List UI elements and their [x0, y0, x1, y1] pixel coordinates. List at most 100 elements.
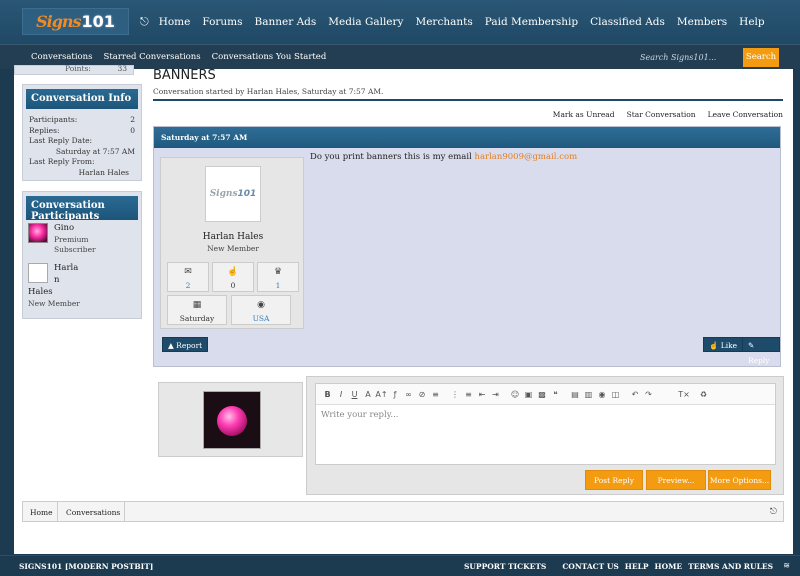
more-options-button[interactable]: More Options...: [708, 470, 771, 490]
reply-textarea[interactable]: [316, 405, 775, 463]
post-reply-button[interactable]: Post Reply: [585, 470, 643, 490]
star-conversation-link[interactable]: Star Conversation: [627, 110, 696, 119]
camera-icon[interactable]: ◉: [596, 390, 609, 399]
last-reply-date-value-row: Saturday at 7:57 AM: [23, 147, 141, 158]
bullet-list-icon[interactable]: ⋮: [449, 390, 462, 399]
rss-icon[interactable]: ≋: [783, 561, 790, 570]
sitemap-icon[interactable]: ⎋: [140, 15, 149, 29]
stat-location-value[interactable]: USA: [232, 314, 290, 323]
like-button[interactable]: ☝ Like: [703, 337, 744, 352]
code-icon[interactable]: ▤: [569, 390, 582, 399]
footer-contact-us[interactable]: CONTACT US: [562, 562, 618, 571]
numbered-list-icon[interactable]: ≡: [462, 390, 475, 399]
italic-icon[interactable]: I: [335, 390, 348, 399]
author-avatar[interactable]: Signs101: [205, 166, 261, 222]
participant-name-gino[interactable]: Gino: [54, 223, 74, 233]
footer-help[interactable]: HELP: [625, 562, 649, 571]
participants-row: Participants: 2: [23, 115, 141, 126]
nav-banner-ads[interactable]: Banner Ads: [255, 16, 317, 28]
nav-media-gallery[interactable]: Media Gallery: [328, 16, 403, 28]
participant-name-harlan-a[interactable]: Harla: [54, 263, 78, 273]
stat-trophies-value[interactable]: 1: [258, 281, 298, 290]
reply-editor-panel: B I U A A↑ ƒ ∞ ⊘ ≡ ⋮ ≡ ⇤ ⇥ ☺ ▣ ▩ ❝ ▤ ▥ ◉: [306, 376, 784, 495]
like-label: Like: [720, 341, 738, 350]
image-icon[interactable]: ▣: [522, 390, 535, 399]
report-button[interactable]: ▲ Report: [162, 337, 209, 352]
search-button[interactable]: Search: [743, 48, 779, 67]
author-panel: Signs101 Harlan Hales New Member ✉ 2 ☝ 0…: [160, 157, 304, 329]
underline-icon[interactable]: U: [348, 390, 361, 399]
last-reply-from-label-row: Last Reply From:: [23, 157, 141, 168]
message-body-area: Signs101 Harlan Hales New Member ✉ 2 ☝ 0…: [154, 148, 780, 366]
footer-style-name[interactable]: SIGNS101 [MODERN POSTBIT]: [19, 562, 153, 571]
logo-text: Signs: [36, 12, 81, 31]
outdent-icon[interactable]: ⇤: [476, 390, 489, 399]
stat-messages-value[interactable]: 2: [168, 281, 208, 290]
replies-row: Replies: 0: [23, 126, 141, 137]
current-user-avatar[interactable]: [203, 391, 261, 449]
sitemap-icon[interactable]: ⎋: [770, 507, 777, 517]
smilie-icon[interactable]: ☺: [509, 390, 522, 399]
redo-icon[interactable]: ↷: [642, 390, 655, 399]
search-input[interactable]: [636, 49, 740, 65]
last-reply-from-value[interactable]: Harlan Hales: [79, 168, 129, 179]
main-nav: ⎋ Home Forums Banner Ads Media Gallery M…: [140, 15, 777, 29]
participant-avatar-harlan[interactable]: [28, 263, 48, 283]
message-text-body: Do you print banners this is my email: [310, 152, 472, 162]
link-icon[interactable]: ∞: [402, 390, 415, 399]
font-size-icon[interactable]: A↑: [375, 390, 388, 399]
bold-icon[interactable]: B: [321, 390, 334, 399]
message-text: Do you print banners this is my email ha…: [310, 152, 577, 162]
nav-home[interactable]: Home: [159, 16, 191, 28]
participant-name-harlan-b[interactable]: n: [54, 275, 59, 285]
reply-button[interactable]: ✎ Reply: [742, 337, 780, 365]
footer-support-tickets[interactable]: SUPPORT TICKETS: [464, 562, 546, 571]
breadcrumb-conversations[interactable]: Conversations: [66, 508, 120, 517]
conversation-participants-box: Conversation Participants Gino Premium S…: [22, 191, 142, 319]
logo-number: 101: [81, 12, 115, 31]
indent-icon[interactable]: ⇥: [489, 390, 502, 399]
rich-text-editor: B I U A A↑ ƒ ∞ ⊘ ≡ ⋮ ≡ ⇤ ⇥ ☺ ▣ ▩ ❝ ▤ ▥ ◉: [315, 383, 776, 465]
save-draft-icon[interactable]: ◫: [609, 390, 622, 399]
comments-icon: ✉: [184, 267, 192, 277]
message-email-link[interactable]: harlan9009@gmail.com: [474, 152, 577, 162]
undo-icon[interactable]: ↶: [629, 390, 642, 399]
author-rank: New Member: [207, 244, 259, 253]
sub-nav: Conversations Starred Conversations Conv…: [31, 52, 337, 62]
breadcrumb-separator: [124, 502, 125, 521]
toggle-bbcode-icon[interactable]: ♻: [697, 390, 710, 399]
replies-value: 0: [130, 125, 135, 135]
font-family-icon[interactable]: ƒ: [389, 390, 402, 399]
nav-forums[interactable]: Forums: [202, 16, 242, 28]
align-icon[interactable]: ≡: [429, 390, 442, 399]
nav-paid-membership[interactable]: Paid Membership: [485, 16, 578, 28]
footer-terms[interactable]: TERMS AND RULES: [688, 562, 773, 571]
site-logo[interactable]: Signs 101: [22, 8, 129, 35]
unlink-icon[interactable]: ⊘: [416, 390, 429, 399]
page-subtitle: Conversation started by Harlan Hales, Sa…: [153, 87, 384, 96]
last-reply-from-label: Last Reply From:: [29, 157, 95, 166]
nav-classified-ads[interactable]: Classified Ads: [590, 16, 665, 28]
participant-avatar-gino[interactable]: [28, 223, 48, 243]
breadcrumb-home[interactable]: Home: [30, 508, 53, 517]
preview-button[interactable]: Preview...: [646, 470, 706, 490]
author-name[interactable]: Harlan Hales: [161, 232, 305, 242]
participant-name-harlan-c[interactable]: Hales: [28, 287, 53, 297]
nav-help[interactable]: Help: [739, 16, 764, 28]
mark-unread-link[interactable]: Mark as Unread: [553, 110, 615, 119]
breadcrumb: Home Conversations ⎋: [22, 501, 784, 522]
attach-icon[interactable]: ▥: [582, 390, 595, 399]
font-color-icon[interactable]: A: [362, 390, 375, 399]
nav-members[interactable]: Members: [677, 16, 727, 28]
leave-conversation-link[interactable]: Leave Conversation: [708, 110, 783, 119]
title-divider: [153, 99, 783, 101]
subnav-starred[interactable]: Starred Conversations: [104, 52, 201, 62]
media-icon[interactable]: ▩: [536, 390, 549, 399]
subnav-conversations[interactable]: Conversations: [31, 52, 93, 62]
quote-icon[interactable]: ❝: [549, 390, 562, 399]
nav-merchants[interactable]: Merchants: [415, 16, 472, 28]
subnav-started[interactable]: Conversations You Started: [212, 52, 327, 62]
remove-format-icon[interactable]: T×: [678, 390, 691, 399]
footer-home[interactable]: HOME: [655, 562, 683, 571]
thumbs-up-icon: ☝: [227, 267, 239, 277]
